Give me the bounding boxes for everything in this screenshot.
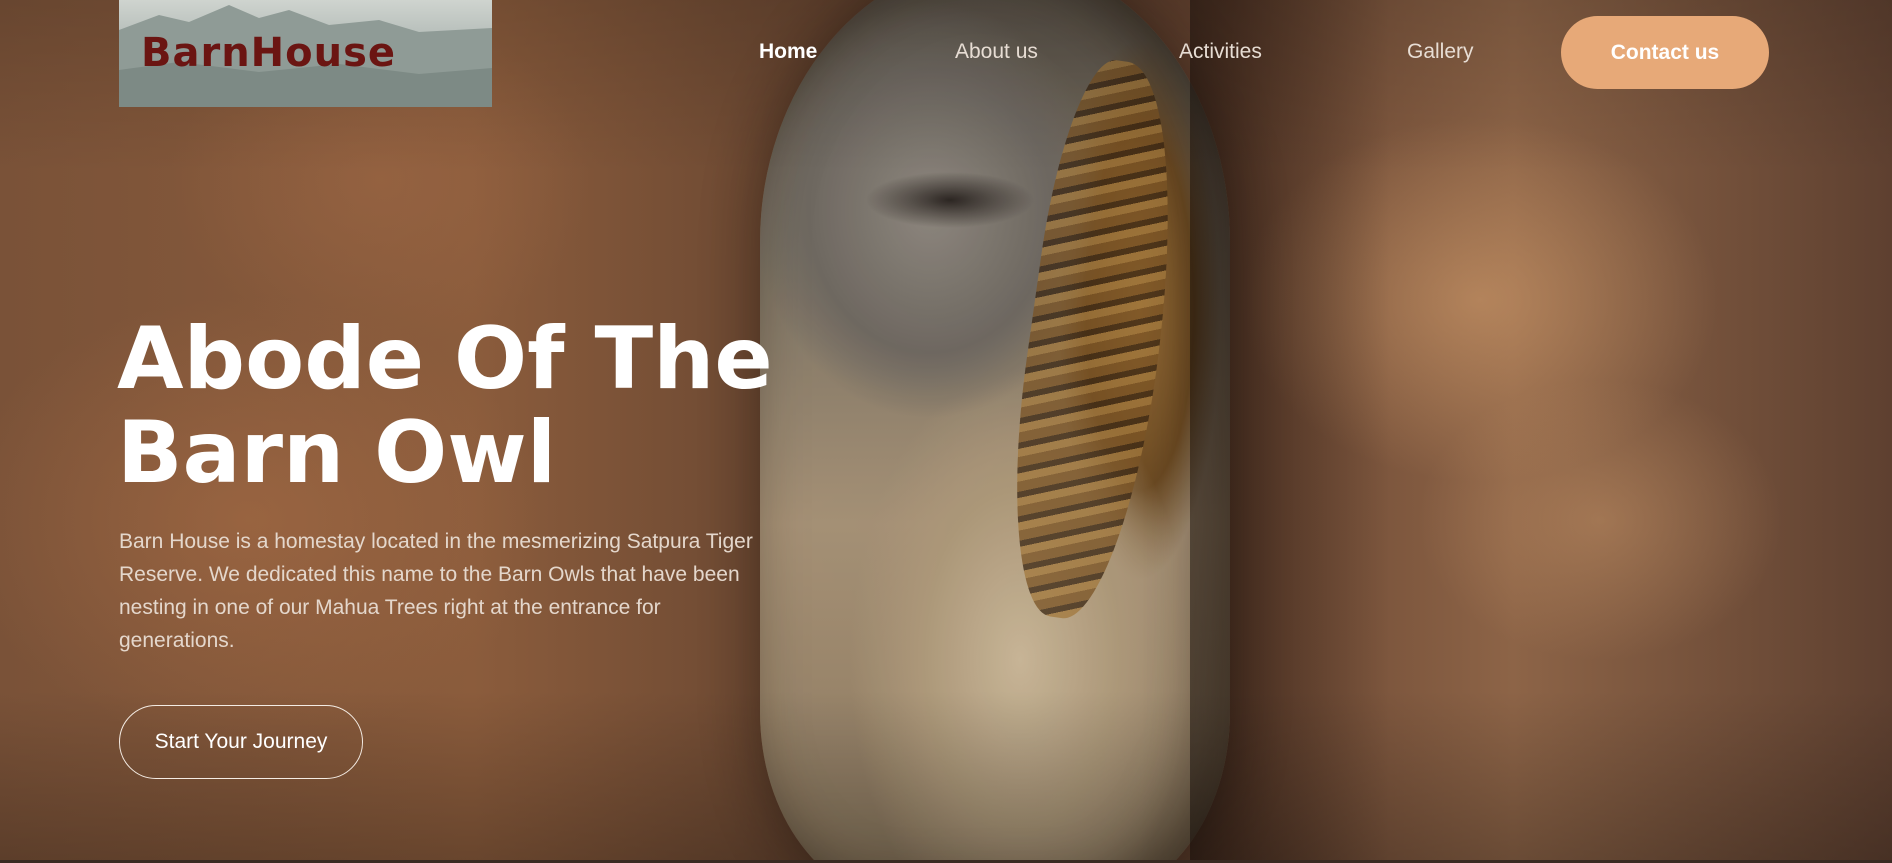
- hero-section: BarnHouse Home About us Activities Galle…: [0, 0, 1892, 863]
- hero-description: Barn House is a homestay located in the …: [119, 530, 753, 652]
- nav-home[interactable]: Home: [759, 40, 817, 64]
- hero-title-line-2: Barn Owl: [117, 403, 557, 503]
- nav-activities[interactable]: Activities: [1179, 40, 1262, 64]
- hero-title: Abode Of The Barn Owl: [117, 312, 837, 500]
- main-nav: Home About us Activities Gallery Contact…: [0, 0, 1892, 107]
- nav-gallery[interactable]: Gallery: [1407, 40, 1474, 64]
- nav-about-us[interactable]: About us: [955, 40, 1038, 64]
- contact-us-button[interactable]: Contact us: [1561, 16, 1769, 89]
- hero-title-line-1: Abode Of The: [117, 309, 773, 409]
- start-journey-button[interactable]: Start Your Journey: [119, 705, 363, 779]
